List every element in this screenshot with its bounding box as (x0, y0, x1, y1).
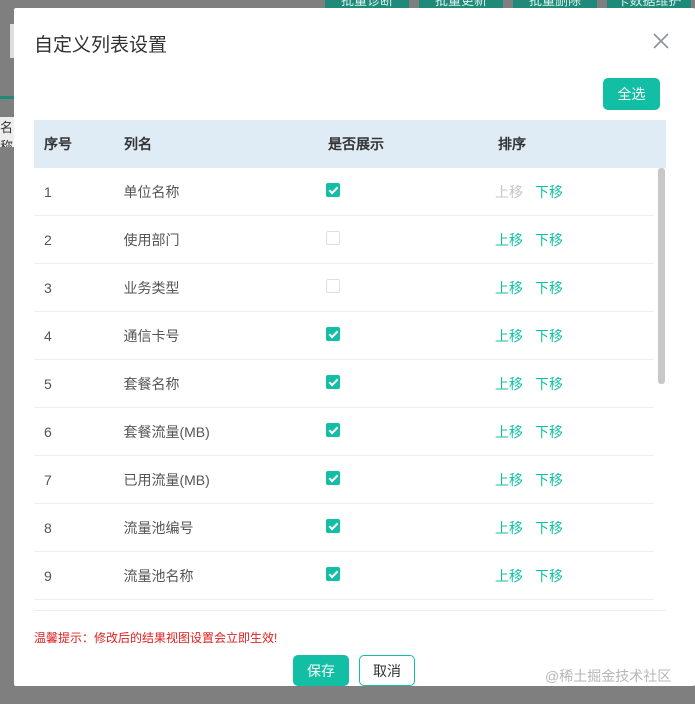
tip-text: 温馨提示：修改后的结果视图设置会立即生效! (34, 631, 278, 645)
cancel-button[interactable]: 取消 (359, 655, 415, 686)
move-up-link[interactable]: 上移 (495, 328, 523, 344)
row-column-name: 已用流量(MB) (123, 471, 210, 488)
move-down-link[interactable]: 下移 (535, 280, 563, 296)
table-scrollbar[interactable] (658, 168, 665, 384)
table-header: 序号 列名 是否展示 排序 (34, 120, 666, 168)
table-row: 6 套餐流量(MB) 上移 下移 (34, 408, 654, 456)
row-index: 3 (44, 279, 52, 296)
table-row: 7 已用流量(MB) 上移 下移 (34, 456, 654, 504)
move-up-link[interactable]: 上移 (495, 376, 523, 392)
show-checkbox[interactable] (326, 471, 341, 485)
columns-table: 序号 列名 是否展示 排序 1 单位名称 上移 下移 2 使用部门 上移 下移 3 业务类型 上移下… (34, 120, 666, 610)
move-down-link[interactable]: 下移 (535, 568, 563, 584)
show-checkbox[interactable] (326, 519, 341, 533)
table-divider (34, 610, 666, 611)
bg-column-label: 名称 (0, 117, 14, 147)
select-all-button[interactable]: 全选 (603, 78, 660, 110)
move-up-link[interactable]: 上移 (495, 424, 523, 440)
table-body: 1 单位名称 上移 下移 2 使用部门 上移 下移 3 业务类型 上移 下移 4 通信卡号 上移 下移 5 套餐名… (34, 168, 666, 600)
header-column-name: 列名 (124, 136, 152, 152)
row-column-name: 单位名称 (123, 183, 180, 200)
move-up-link: 上移 (495, 183, 524, 200)
row-index: 9 (44, 567, 52, 584)
row-column-name: 套餐流量(MB) (123, 423, 210, 440)
move-down-link[interactable]: 下移 (535, 520, 563, 536)
dialog-title: 自定义列表设置 (34, 35, 168, 56)
header-show: 是否展示 (328, 136, 384, 152)
row-index: 6 (44, 423, 52, 440)
row-index: 7 (44, 471, 52, 488)
move-up-link[interactable]: 上移 (495, 472, 523, 488)
move-up-link[interactable]: 上移 (495, 232, 523, 248)
show-checkbox[interactable] (326, 375, 341, 389)
move-up-link[interactable]: 上移 (495, 568, 523, 584)
table-row: 9 流量池名称 上移 下移 (34, 552, 654, 600)
table-row: 8 流量池编号 上移 下移 (34, 504, 654, 552)
move-up-link[interactable]: 上移 (495, 280, 523, 296)
save-button[interactable]: 保存 (293, 655, 349, 686)
show-checkbox[interactable] (326, 183, 341, 197)
table-row: 4 通信卡号 上移 下移 (34, 312, 654, 360)
row-index: 5 (44, 375, 52, 392)
move-down-link[interactable]: 下移 (535, 328, 563, 344)
row-column-name: 流量池编号 (123, 519, 194, 536)
bg-tab-underline (0, 96, 14, 99)
close-icon[interactable] (650, 30, 672, 52)
row-index: 8 (44, 519, 52, 536)
move-down-link[interactable]: 下移 (535, 376, 563, 392)
watermark: @稀土掘金技术社区 (545, 668, 672, 684)
row-column-name: 业务类型 (123, 279, 180, 296)
table-row: 5 套餐名称 上移 下移 (34, 360, 654, 408)
table-row: 2 使用部门 上移 下移 (34, 216, 654, 264)
show-checkbox[interactable] (326, 327, 341, 341)
row-index: 4 (44, 327, 52, 344)
custom-list-settings-dialog: 自定义列表设置 全选 序号 列名 是否展示 排序 1 单位名称 上移 下移 2 使用部门上… (14, 8, 695, 686)
move-down-link[interactable]: 下移 (535, 472, 563, 488)
move-down-link[interactable]: 下移 (535, 424, 563, 440)
row-index: 2 (44, 231, 52, 248)
header-sort: 排序 (498, 136, 526, 152)
show-checkbox[interactable] (326, 231, 341, 245)
show-checkbox[interactable] (326, 279, 341, 293)
row-index: 1 (44, 183, 52, 200)
row-column-name: 通信卡号 (123, 327, 180, 344)
move-down-link[interactable]: 下移 (535, 184, 563, 200)
header-index: 序号 (44, 136, 72, 152)
move-down-link[interactable]: 下移 (535, 232, 563, 248)
row-column-name: 使用部门 (123, 231, 180, 248)
table-row: 3 业务类型 上移 下移 (34, 264, 654, 312)
show-checkbox[interactable] (326, 567, 341, 581)
move-up-link[interactable]: 上移 (495, 520, 523, 536)
row-column-name: 流量池名称 (123, 567, 194, 584)
show-checkbox[interactable] (326, 423, 341, 437)
table-row: 1 单位名称 上移 下移 (34, 168, 654, 216)
row-column-name: 套餐名称 (123, 375, 180, 392)
